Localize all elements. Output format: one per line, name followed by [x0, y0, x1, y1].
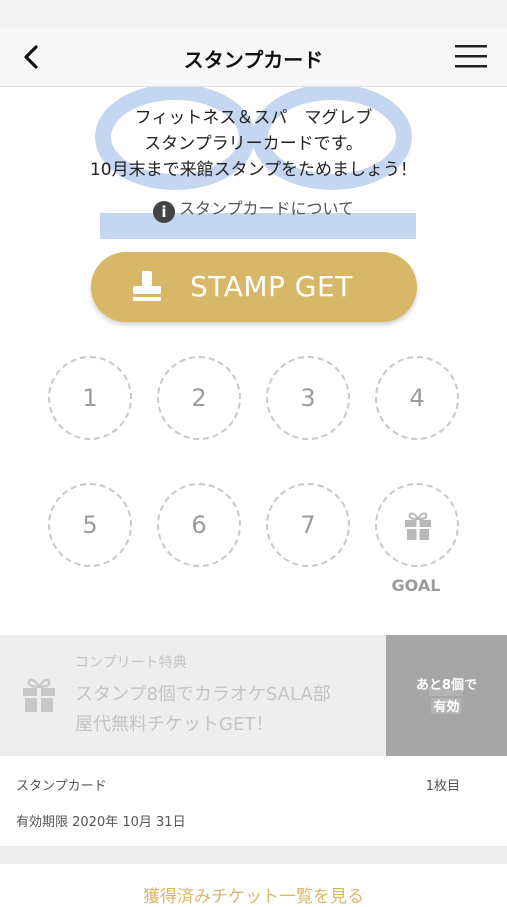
stamp-slot: 5 — [48, 483, 132, 567]
stamp-slot: 1 — [48, 356, 132, 440]
stamp-slot: 6 — [157, 483, 241, 567]
intro-line-3: 10月末まで来館スタンプをためましょう！ — [89, 160, 418, 180]
card-info: スタンプカード 1枚目 有効期限 2020年 10月 31日 — [0, 757, 507, 845]
about-stamp-card-label: スタンプカードについて — [178, 199, 355, 218]
stamp-slot: 2 — [157, 356, 241, 440]
stamp-slot: 7 — [266, 483, 350, 567]
remaining-status-badge: あと8個で 有効 — [386, 635, 507, 756]
app-header: スタンプカード — [0, 28, 507, 87]
stamp-slot: 4 — [375, 356, 459, 440]
intro-text: フィットネス＆スパ マグレブ スタンプラリーカードです。 10月末まで来館スタン… — [0, 105, 507, 183]
ticket-list-label: 獲得済みチケット一覧を見る — [143, 887, 364, 907]
stamp-get-label: STAMP GET — [190, 270, 353, 303]
ticket-list-link[interactable]: 獲得済みチケット一覧を見る — [0, 864, 507, 907]
menu-button[interactable] — [455, 42, 487, 70]
card-expiry: 有効期限 2020年 10月 31日 — [16, 815, 186, 830]
hamburger-menu-icon — [455, 45, 487, 68]
remaining-line-2: 有効 — [433, 700, 460, 715]
complete-reward-line-2: 屋代無料チケットGET！ — [75, 714, 274, 735]
complete-reward-line-1: スタンプ8個でカラオケSALA部 — [75, 684, 331, 705]
card-count: 1枚目 — [425, 779, 460, 794]
goal-stamp-slot — [375, 483, 459, 567]
card-name: スタンプカード — [16, 779, 107, 794]
about-stamp-card-link[interactable]: i スタンプカードについて — [0, 195, 507, 223]
remaining-line-1: あと8個で — [415, 678, 478, 693]
section-divider — [0, 846, 507, 864]
complete-reward-title: コンプリート特典 — [75, 655, 187, 671]
remaining-text: あと8個で 有効 — [386, 675, 507, 719]
intro-banner: フィットネス＆スパ マグレブ スタンプラリーカードです。 10月末まで来館スタン… — [0, 87, 507, 239]
gift-icon — [405, 512, 431, 540]
intro-line-1: フィットネス＆スパ マグレブ — [134, 108, 373, 128]
gift-icon — [23, 678, 55, 712]
status-bar — [0, 0, 507, 28]
goal-label: GOAL — [391, 576, 441, 595]
stamp-slot: 3 — [266, 356, 350, 440]
stamp-icon — [133, 271, 161, 301]
complete-reward-description: スタンプ8個でカラオケSALA部 屋代無料チケットGET！ — [75, 680, 375, 740]
page-title: スタンプカード — [183, 48, 324, 72]
complete-reward-panel: コンプリート特典 スタンプ8個でカラオケSALA部 屋代無料チケットGET！ あ… — [0, 635, 507, 756]
intro-line-2: スタンプラリーカードです。 — [144, 134, 363, 154]
info-icon: i — [152, 201, 175, 223]
stamp-get-button[interactable]: STAMP GET — [91, 252, 417, 322]
